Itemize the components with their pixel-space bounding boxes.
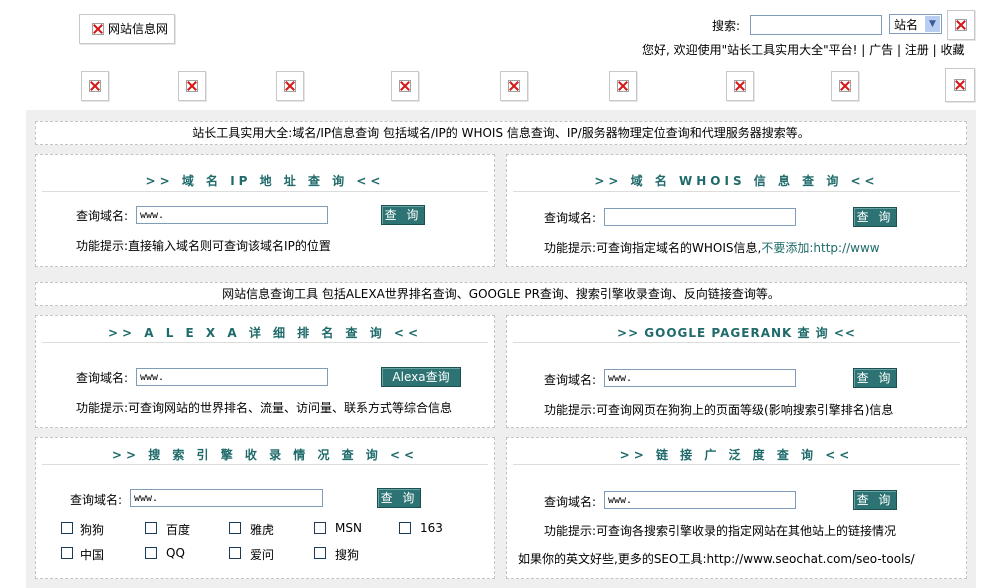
nav-image-4[interactable] xyxy=(391,71,419,101)
engine-query-button[interactable]: 查 询 xyxy=(377,488,421,508)
nav-image-6[interactable] xyxy=(609,71,637,101)
intro-bar-domain: 站长工具实用大全:域名/IP信息查询 包括域名/IP的 WHOIS 信息查询、I… xyxy=(35,121,967,145)
nav-image-3[interactable] xyxy=(276,71,304,101)
nav-image-1[interactable] xyxy=(81,71,109,101)
intro-bar-site: 网站信息查询工具 包括ALEXA世界排名查询、GOOGLE PR查询、搜索引擎收… xyxy=(35,282,967,306)
ip-hint: 功能提示:直接输入域名则可查询该域名IP的位置 xyxy=(76,239,331,253)
broken-image-icon xyxy=(508,80,520,92)
panel-google-pagerank: >> GOOGLE PAGERANK 查 询 << 查询域名: www. 查 询… xyxy=(506,315,967,428)
checkbox-engine-6[interactable] xyxy=(61,547,73,559)
links-domain-input[interactable]: www. xyxy=(604,491,796,509)
chevron-down-icon[interactable]: ▼ xyxy=(925,16,940,32)
search-type-select[interactable]: 站名 ▼ xyxy=(889,14,942,34)
checkbox-engine-7[interactable] xyxy=(145,547,157,559)
domain-label: 查询域名: xyxy=(544,211,597,225)
panel-link-popularity: >> 链 接 广 泛 度 查 询 << 查询域名: www. 查 询 功能提示:… xyxy=(506,437,967,579)
panel-title: >> A L E X A 详 细 排 名 查 询 << xyxy=(42,316,488,343)
broken-image-icon xyxy=(839,80,851,92)
whois-query-button[interactable]: 查 询 xyxy=(853,207,897,227)
ip-query-button[interactable]: 查 询 xyxy=(381,205,425,225)
broken-image-icon xyxy=(617,80,629,92)
welcome-bar[interactable]: 您好, 欢迎使用"站长工具实用大全"平台! | 广告 | 注册 | 收藏 xyxy=(642,41,965,58)
checkbox-engine-9[interactable] xyxy=(314,547,326,559)
pr-query-button[interactable]: 查 询 xyxy=(853,368,897,388)
search-go-button[interactable] xyxy=(947,10,975,40)
panel-title: >> 链 接 广 泛 度 查 询 << xyxy=(513,438,960,465)
ip-domain-input[interactable]: www. xyxy=(136,206,328,224)
broken-image-icon xyxy=(89,80,101,92)
checkbox-label: 雅虎 xyxy=(250,523,275,537)
nav-image-9[interactable] xyxy=(945,68,975,102)
broken-image-icon xyxy=(284,80,296,92)
domain-label: 查询域名: xyxy=(76,371,129,385)
nav-image-8[interactable] xyxy=(831,71,859,101)
checkbox-label: 狗狗 xyxy=(80,523,105,537)
panel-engine-index: >> 搜 索 引 擎 收 录 情 况 查 询 << 查询域名: www. 查 询… xyxy=(35,437,495,579)
links-hint: 功能提示:可查询各搜索引擎收录的指定网站在其他站上的链接情况 xyxy=(544,524,897,538)
panel-ip-lookup: >> 域 名 IP 地 址 查 询 << 查询域名: www. 查 询 功能提示… xyxy=(35,154,495,267)
panel-title: >> 域 名 WHOIS 信 息 查 询 << xyxy=(513,155,960,192)
seo-tools-link[interactable]: 如果你的英文好些,更多的SEO工具:http://www.seochat.com… xyxy=(518,550,915,567)
panel-whois-lookup: >> 域 名 WHOIS 信 息 查 询 << 查询域名: 查 询 功能提示:可… xyxy=(506,154,967,267)
panel-title: >> 搜 索 引 擎 收 录 情 况 查 询 << xyxy=(42,438,488,465)
broken-image-icon xyxy=(954,79,966,91)
alexa-hint: 功能提示:可查询网站的世界排名、流量、访问量、联系方式等综合信息 xyxy=(76,401,453,415)
domain-label: 查询域名: xyxy=(544,495,597,509)
logo-text: 网站信息网 xyxy=(108,22,169,36)
broken-image-icon xyxy=(92,23,104,35)
alexa-query-button[interactable]: Alexa查询 xyxy=(381,367,461,387)
checkbox-label: 163 xyxy=(420,521,443,535)
whois-hint-text: 功能提示:可查询指定域名的WHOIS信息, xyxy=(544,241,762,255)
checkbox-label: 爱问 xyxy=(250,548,275,562)
domain-label: 查询域名: xyxy=(70,493,123,507)
domain-label: 查询域名: xyxy=(76,209,129,223)
checkbox-engine-4[interactable] xyxy=(314,522,326,534)
checkbox-label: QQ xyxy=(166,546,185,560)
checkbox-engine-1[interactable] xyxy=(61,522,73,534)
checkbox-engine-2[interactable] xyxy=(145,522,157,534)
whois-domain-input[interactable] xyxy=(604,208,796,226)
search-label: 搜索: xyxy=(712,19,741,33)
panel-title: >> 域 名 IP 地 址 查 询 << xyxy=(42,155,488,192)
pr-hint: 功能提示:可查询网页在狗狗上的页面等级(影响搜索引擎排名)信息 xyxy=(544,403,894,417)
nav-image-5[interactable] xyxy=(500,71,528,101)
checkbox-engine-8[interactable] xyxy=(229,547,241,559)
broken-image-icon xyxy=(955,19,967,31)
search-input[interactable] xyxy=(750,15,882,35)
checkbox-engine-3[interactable] xyxy=(229,522,241,534)
search-type-value: 站名 xyxy=(894,18,919,32)
checkbox-label: 搜狗 xyxy=(335,548,360,562)
whois-hint: 功能提示:可查询指定域名的WHOIS信息,不要添加:http://www xyxy=(544,239,880,256)
panel-alexa-rank: >> A L E X A 详 细 排 名 查 询 << 查询域名: www. A… xyxy=(35,315,495,428)
whois-hint-extra: 不要添加:http://www xyxy=(761,241,880,255)
checkbox-engine-5[interactable] xyxy=(399,522,411,534)
nav-image-2[interactable] xyxy=(178,71,206,101)
checkbox-label: 中国 xyxy=(80,548,105,562)
domain-label: 查询域名: xyxy=(544,373,597,387)
site-logo: 网站信息网 xyxy=(79,14,175,44)
checkbox-label: 百度 xyxy=(166,523,191,537)
nav-image-7[interactable] xyxy=(726,71,754,101)
checkbox-label: MSN xyxy=(335,521,362,535)
panel-title: >> GOOGLE PAGERANK 查 询 << xyxy=(513,316,960,343)
engine-domain-input[interactable]: www. xyxy=(130,489,323,507)
broken-image-icon xyxy=(186,80,198,92)
broken-image-icon xyxy=(734,80,746,92)
broken-image-icon xyxy=(399,80,411,92)
alexa-domain-input[interactable]: www. xyxy=(136,368,328,386)
pr-domain-input[interactable]: www. xyxy=(604,369,796,387)
links-query-button[interactable]: 查 询 xyxy=(853,490,897,510)
